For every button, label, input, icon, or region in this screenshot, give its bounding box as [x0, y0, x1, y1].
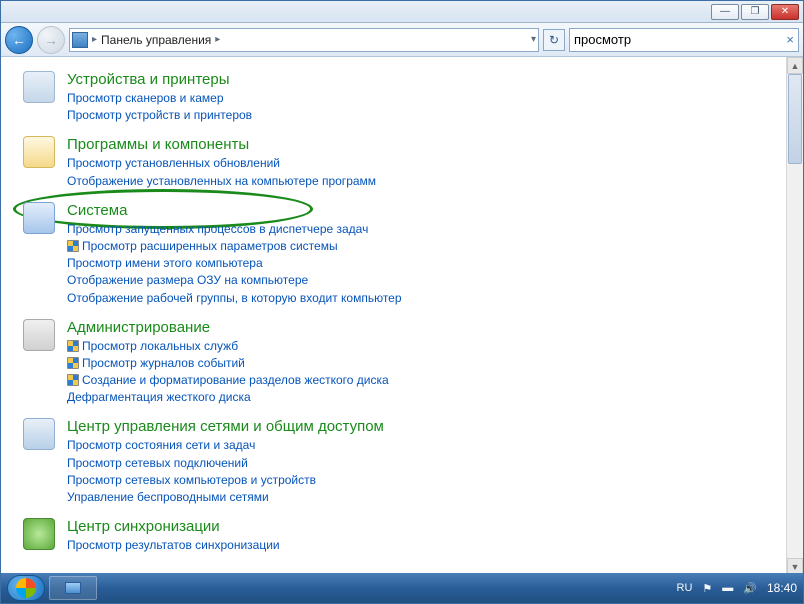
result-section: Администрирование Просмотр локальных служ… [23, 319, 778, 407]
result-link[interactable]: Просмотр установленных обновлений [67, 155, 778, 171]
scroll-thumb[interactable] [788, 74, 802, 164]
result-link-label: Управление беспроводными сетями [67, 489, 269, 505]
result-link[interactable]: Отображение установленных на компьютере … [67, 173, 778, 189]
result-link[interactable]: Дефрагментация жесткого диска [67, 389, 778, 405]
windows-orb-icon [16, 578, 36, 598]
minimize-button[interactable]: — [711, 4, 739, 20]
result-link[interactable]: Просмотр сканеров и камер [67, 90, 778, 106]
result-link-label: Отображение размера ОЗУ на компьютере [67, 272, 308, 288]
search-input[interactable] [574, 32, 786, 47]
result-link[interactable]: Просмотр расширенных параметров системы [67, 238, 778, 254]
search-results: Устройства и принтеры Просмотр сканеров и… [1, 57, 786, 575]
clock[interactable]: 18:40 [767, 581, 797, 595]
result-link-label: Просмотр расширенных параметров системы [82, 238, 338, 254]
result-link-label: Просмотр журналов событий [82, 355, 245, 371]
section-title[interactable]: Центр синхронизации [67, 518, 778, 535]
taskbar-item[interactable] [49, 576, 97, 600]
navigation-bar: ← → ▸ Панель управления ▸ ▾ ↻ × [1, 23, 803, 57]
result-link-label: Отображение установленных на компьютере … [67, 173, 376, 189]
result-link-label: Просмотр сканеров и камер [67, 90, 224, 106]
taskbar: RU ⚑ ▬ 🔊 18:40 [1, 573, 803, 603]
result-link-label: Просмотр сетевых подключений [67, 455, 248, 471]
volume-icon[interactable]: 🔊 [743, 582, 757, 595]
scroll-track[interactable] [787, 74, 803, 558]
result-link[interactable]: Отображение размера ОЗУ на компьютере [67, 272, 778, 288]
result-link[interactable]: Создание и форматирование разделов жестк… [67, 372, 778, 388]
close-button[interactable]: ✕ [771, 4, 799, 20]
section-title[interactable]: Центр управления сетями и общим доступом [67, 418, 778, 435]
uac-shield-icon [67, 357, 79, 369]
result-link-label: Просмотр результатов синхронизации [67, 537, 280, 553]
section-body: Программы и компоненты Просмотр установле… [67, 136, 778, 189]
forward-button[interactable]: → [37, 26, 65, 54]
result-link[interactable]: Отображение рабочей группы, в которую вх… [67, 290, 778, 306]
section-icon [23, 202, 55, 234]
result-link-label: Просмотр запущенных процессов в диспетче… [67, 221, 368, 237]
section-body: Администрирование Просмотр локальных служ… [67, 319, 778, 407]
action-center-icon[interactable]: ⚑ [702, 582, 712, 595]
section-title[interactable]: Устройства и принтеры [67, 71, 778, 88]
refresh-button[interactable]: ↻ [543, 29, 565, 51]
result-section: Программы и компоненты Просмотр установле… [23, 136, 778, 189]
uac-shield-icon [67, 240, 79, 252]
breadcrumb-separator: ▸ [92, 34, 97, 45]
section-icon [23, 518, 55, 550]
section-body: Система Просмотр запущенных процессов в д… [67, 202, 778, 307]
system-tray: RU ⚑ ▬ 🔊 18:40 [677, 581, 798, 595]
result-link-label: Создание и форматирование разделов жестк… [82, 372, 389, 388]
vertical-scrollbar[interactable]: ▲ ▼ [786, 57, 803, 575]
section-body: Центр синхронизации Просмотр результатов … [67, 518, 778, 554]
section-icon [23, 136, 55, 168]
section-icon [23, 418, 55, 450]
section-body: Центр управления сетями и общим доступом… [67, 418, 778, 506]
window-titlebar: — ❐ ✕ [1, 1, 803, 23]
result-link[interactable]: Просмотр имени этого компьютера [67, 255, 778, 271]
result-link-label: Просмотр установленных обновлений [67, 155, 280, 171]
result-link[interactable]: Просмотр журналов событий [67, 355, 778, 371]
result-link[interactable]: Просмотр устройств и принтеров [67, 107, 778, 123]
result-link-label: Отображение рабочей группы, в которую вх… [67, 290, 402, 306]
start-button[interactable] [7, 575, 45, 601]
section-body: Устройства и принтеры Просмотр сканеров и… [67, 71, 778, 124]
result-link-label: Дефрагментация жесткого диска [67, 389, 251, 405]
language-indicator[interactable]: RU [677, 582, 693, 594]
breadcrumb-separator: ▸ [215, 34, 220, 45]
result-link-label: Просмотр состояния сети и задач [67, 437, 255, 453]
result-link[interactable]: Просмотр сетевых подключений [67, 455, 778, 471]
result-link[interactable]: Просмотр сетевых компьютеров и устройств [67, 472, 778, 488]
result-section: Система Просмотр запущенных процессов в д… [23, 202, 778, 307]
clear-search-icon[interactable]: × [786, 32, 794, 47]
breadcrumb[interactable]: Панель управления [101, 33, 211, 47]
section-icon [23, 71, 55, 103]
content-area: Устройства и принтеры Просмотр сканеров и… [1, 57, 803, 575]
result-link[interactable]: Просмотр локальных служб [67, 338, 778, 354]
result-link[interactable]: Просмотр запущенных процессов в диспетче… [67, 221, 778, 237]
result-section: Центр управления сетями и общим доступом… [23, 418, 778, 506]
control-panel-icon [72, 32, 88, 48]
result-link-label: Просмотр имени этого компьютера [67, 255, 263, 271]
section-title[interactable]: Администрирование [67, 319, 778, 336]
maximize-button[interactable]: ❐ [741, 4, 769, 20]
result-section: Центр синхронизации Просмотр результатов … [23, 518, 778, 554]
result-link[interactable]: Просмотр состояния сети и задач [67, 437, 778, 453]
explorer-icon [65, 582, 81, 594]
uac-shield-icon [67, 374, 79, 386]
result-link-label: Просмотр сетевых компьютеров и устройств [67, 472, 316, 488]
address-bar[interactable]: ▸ Панель управления ▸ ▾ [69, 28, 539, 52]
section-icon [23, 319, 55, 351]
scroll-up-button[interactable]: ▲ [787, 57, 803, 74]
section-title[interactable]: Система [67, 202, 778, 219]
result-link[interactable]: Управление беспроводными сетями [67, 489, 778, 505]
search-box[interactable]: × [569, 28, 799, 52]
result-section: Устройства и принтеры Просмотр сканеров и… [23, 71, 778, 124]
result-link-label: Просмотр локальных служб [82, 338, 238, 354]
section-title[interactable]: Программы и компоненты [67, 136, 778, 153]
back-button[interactable]: ← [5, 26, 33, 54]
uac-shield-icon [67, 340, 79, 352]
result-link[interactable]: Просмотр результатов синхронизации [67, 537, 778, 553]
network-icon[interactable]: ▬ [722, 582, 733, 594]
result-link-label: Просмотр устройств и принтеров [67, 107, 252, 123]
address-dropdown-icon[interactable]: ▾ [531, 34, 536, 45]
